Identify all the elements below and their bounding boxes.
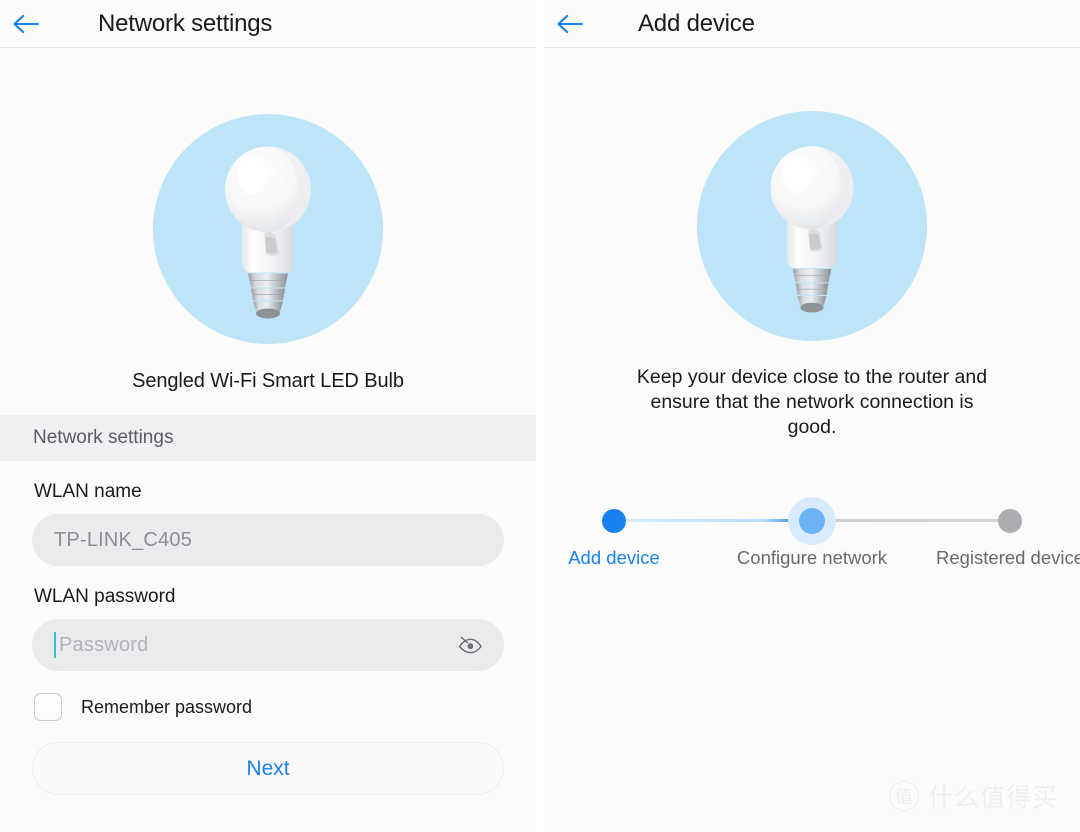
step-dot-wrap-3 [998,493,1022,549]
watermark: 值 什么值得买 [888,778,1058,814]
bulb-image-backdrop-left [153,114,383,344]
watermark-badge-icon: 值 [888,781,919,811]
watermark-text: 什么值得买 [927,783,1058,812]
step-dot-wrap-1 [602,493,626,549]
smart-led-bulb-icon-left [208,134,328,325]
section-header-network-settings: Network settings [0,415,536,461]
eye-off-icon[interactable] [454,629,486,661]
device-hero-right [544,48,1080,341]
section-header-label: Network settings [33,427,174,448]
step-dot-done-icon [602,509,626,533]
stepper-label-add-device: Add device [568,547,660,568]
arrow-left-icon [555,13,585,35]
arrow-left-icon [11,13,41,35]
wlan-password-label: WLAN password [34,586,176,607]
page-title-right: Add device [638,9,755,37]
field-wlan-name: WLAN name TP-LINK_C405 [32,481,504,566]
stepper-label-configure-network: Configure network [736,547,888,568]
panel-divider [536,0,544,832]
stepper-step-add-device[interactable]: Add device [544,493,694,569]
wlan-password-input[interactable]: Password [32,619,504,671]
text-cursor [54,632,56,658]
step-dot-current-icon [799,508,825,534]
back-button-right[interactable] [544,0,596,48]
instruction-text: Keep your device close to the router and… [636,366,988,438]
add-device-screen: Add device Keep your device close to the… [544,0,1080,832]
network-settings-form: WLAN name TP-LINK_C405 WLAN password Pas… [0,481,536,795]
device-hero-left: Sengled Wi-Fi Smart LED Bulb [0,48,536,393]
appbar-add-device: Add device [544,0,1080,48]
wlan-name-value: TP-LINK_C405 [54,528,193,551]
remember-password-label: Remember password [81,696,253,717]
field-wlan-password: WLAN password Password [32,586,504,671]
back-button-left[interactable] [0,0,52,48]
step-dot-wrap-2 [799,493,825,549]
dual-screenshot-container: Network settings Sengled Wi-Fi Smart LED… [0,0,1080,832]
remember-password-checkbox[interactable] [34,693,62,721]
appbar-network-settings: Network settings [0,0,536,48]
wlan-name-label: WLAN name [34,481,142,502]
stepper-step-registered-device[interactable]: Registered device [930,493,1080,569]
network-settings-screen: Network settings Sengled Wi-Fi Smart LED… [0,0,536,832]
device-name-caption: Sengled Wi-Fi Smart LED Bulb [132,370,404,392]
remember-password-row[interactable]: Remember password [32,693,504,721]
progress-stepper: Add device Configure network Registered … [544,493,1080,583]
bulb-image-backdrop-right [697,111,927,341]
wlan-password-placeholder: Password [59,633,149,656]
next-button-label: Next [246,756,290,780]
stepper-label-registered-device: Registered device [935,547,1080,568]
page-title-left: Network settings [98,9,273,37]
stepper-step-configure-network[interactable]: Configure network [732,493,892,569]
smart-led-bulb-icon-right [754,134,870,319]
step-dot-pending-icon [998,509,1022,533]
wlan-name-input[interactable]: TP-LINK_C405 [32,514,504,566]
next-button[interactable]: Next [32,742,504,795]
